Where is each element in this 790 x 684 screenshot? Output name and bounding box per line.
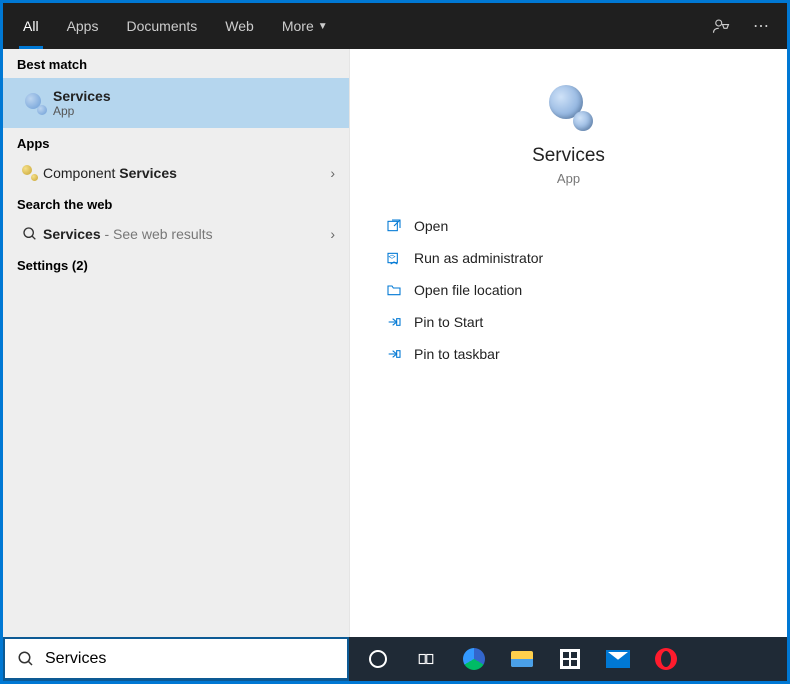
action-open-location[interactable]: Open file location	[374, 274, 763, 306]
section-settings[interactable]: Settings (2)	[3, 250, 349, 279]
taskbar-cortana[interactable]	[355, 637, 401, 681]
search-input[interactable]	[45, 650, 335, 668]
feedback-icon[interactable]	[701, 17, 741, 35]
tab-apps[interactable]: Apps	[53, 3, 113, 49]
tab-documents[interactable]: Documents	[112, 3, 211, 49]
store-icon	[560, 649, 580, 669]
folder-icon	[386, 282, 414, 298]
taskbar-taskview[interactable]	[403, 637, 449, 681]
tab-more[interactable]: More▼	[268, 3, 342, 49]
section-apps: Apps	[3, 128, 349, 157]
mail-icon	[606, 650, 630, 668]
result-title: Services	[53, 88, 335, 104]
tab-web[interactable]: Web	[211, 3, 268, 49]
taskbar-edge[interactable]	[451, 637, 497, 681]
open-icon	[386, 218, 414, 234]
results-panel: Best match Services App Apps Component S…	[3, 49, 349, 637]
section-web: Search the web	[3, 189, 349, 218]
search-tabs: All Apps Documents Web More▼ ⋯	[3, 3, 787, 49]
search-icon	[17, 226, 43, 242]
cortana-icon	[369, 650, 387, 668]
preview-type: App	[557, 171, 580, 186]
chevron-right-icon: ›	[330, 226, 335, 242]
more-options-icon[interactable]: ⋯	[741, 16, 781, 36]
taskbar-explorer[interactable]	[499, 637, 545, 681]
result-services[interactable]: Services App	[3, 78, 349, 128]
result-subtitle: App	[53, 104, 335, 118]
search-icon	[17, 650, 35, 668]
services-large-icon	[547, 85, 591, 129]
tab-all[interactable]: All	[9, 3, 53, 49]
action-run-admin[interactable]: Run as administrator	[374, 242, 763, 274]
action-open[interactable]: Open	[374, 210, 763, 242]
taskbar	[349, 637, 787, 681]
taskbar-store[interactable]	[547, 637, 593, 681]
opera-icon	[655, 648, 677, 670]
result-component-services[interactable]: Component Services ›	[3, 157, 349, 189]
chevron-right-icon: ›	[330, 165, 335, 181]
edge-icon	[463, 648, 485, 670]
services-icon	[17, 93, 53, 113]
preview-panel: Services App Open Run as administrator O…	[349, 49, 787, 637]
admin-icon	[386, 250, 414, 266]
taskbar-area	[3, 637, 787, 681]
taskview-icon	[417, 650, 435, 668]
result-web-services[interactable]: Services - See web results ›	[3, 218, 349, 250]
preview-title: Services	[532, 145, 605, 167]
pin-icon	[386, 314, 414, 330]
pin-icon	[386, 346, 414, 362]
section-best-match: Best match	[3, 49, 349, 78]
action-pin-taskbar[interactable]: Pin to taskbar	[374, 338, 763, 370]
taskbar-mail[interactable]	[595, 637, 641, 681]
component-services-icon	[17, 165, 43, 181]
action-pin-start[interactable]: Pin to Start	[374, 306, 763, 338]
search-box[interactable]	[3, 637, 349, 681]
folder-icon	[511, 651, 533, 667]
taskbar-opera[interactable]	[643, 637, 689, 681]
